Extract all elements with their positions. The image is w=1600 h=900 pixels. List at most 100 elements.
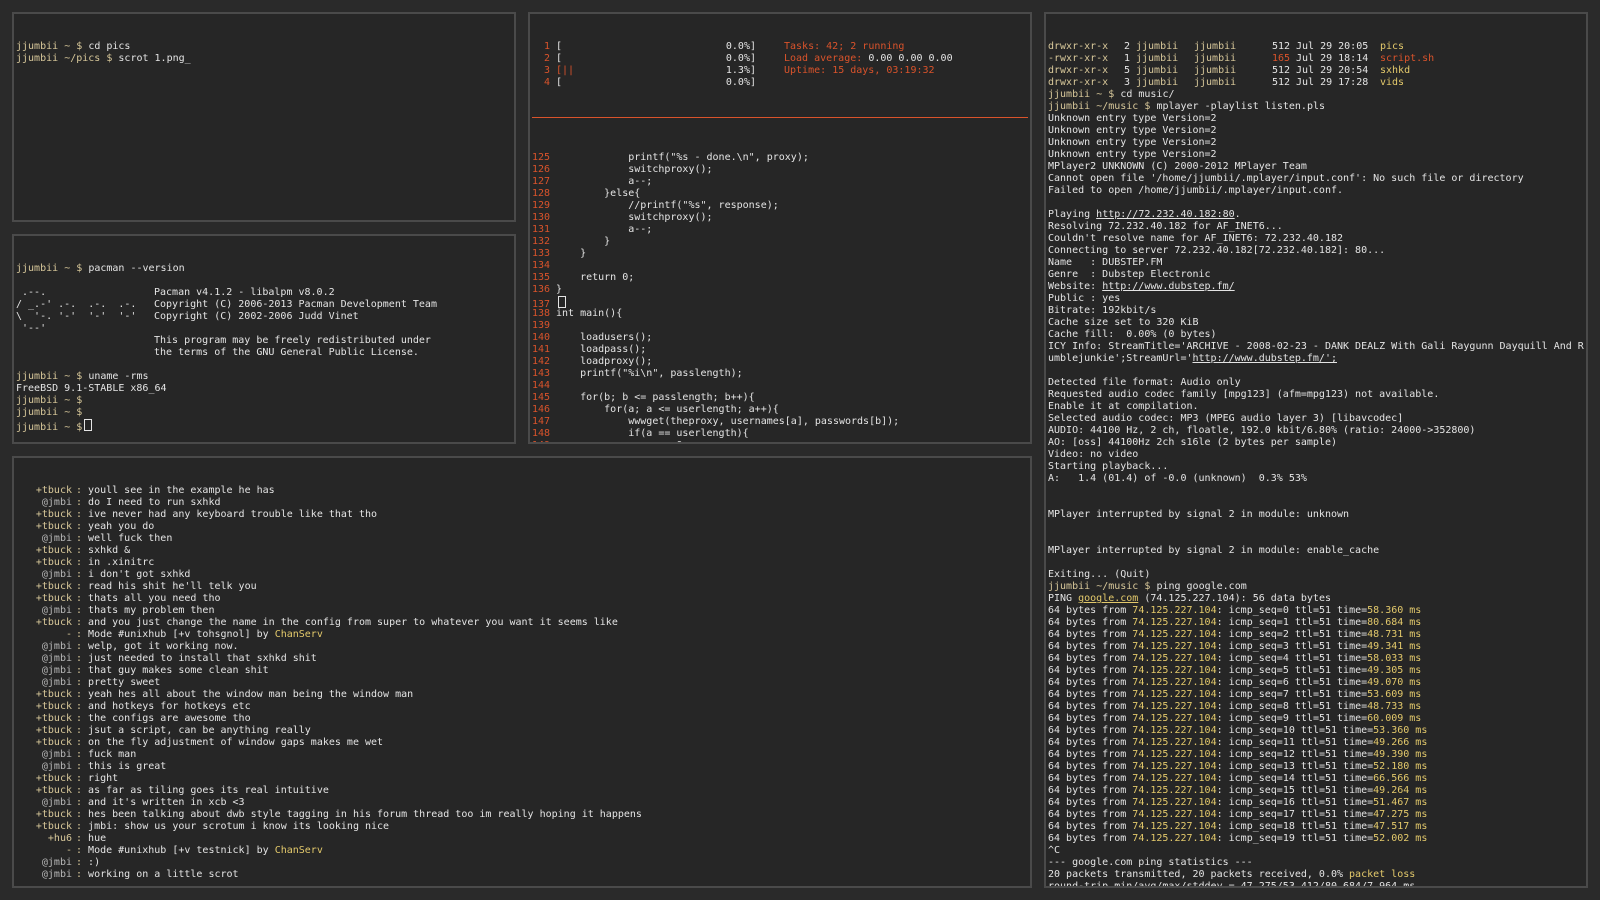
- mplayer-output: AO: [oss] 44100Hz 2ch s16le (2 bytes per…: [1048, 437, 1584, 449]
- ping-reply: 64 bytes from 74.125.227.104: icmp_seq=1…: [1048, 749, 1428, 760]
- ping-ip: 74.125.227.104: [1132, 773, 1217, 784]
- mplayer-output: Video: no video: [1048, 449, 1139, 460]
- file-permissions: -rwxr-xr-x: [1048, 53, 1109, 64]
- website-url[interactable]: http://www.dubstep.fm/: [1102, 281, 1234, 292]
- irc-message: @jmbi: i don't got sxhkd: [24, 569, 1028, 581]
- prompt-user: jjumbii: [16, 395, 59, 406]
- icy-url[interactable]: http://www.dubstep.fm/';: [1193, 353, 1338, 364]
- mplayer-output: Bitrate: 192kbit/s: [1048, 305, 1584, 317]
- mplayer-output: Couldn't resolve name for AF_INET6: 72.2…: [1048, 233, 1344, 244]
- file-owner: jjumbii: [1136, 53, 1179, 64]
- command-text: ping google.com: [1156, 581, 1247, 592]
- cpu-number: 4: [543, 77, 550, 88]
- irc-client[interactable]: +tbuck: youll see in the example he has @…: [12, 456, 1032, 888]
- ping-time: 47.275: [1373, 809, 1410, 820]
- irc-text: fuck man: [88, 749, 137, 760]
- mplayer-interrupt: MPlayer interrupted by signal 2 in modul…: [1048, 509, 1350, 520]
- irc-message: +tbuck: yeah you do: [24, 521, 1028, 533]
- code-text: printf("%i\n", passlength);: [556, 368, 743, 379]
- file-name[interactable]: vids: [1380, 77, 1404, 88]
- terminal-pics[interactable]: jjumbii ~ $ cd pics jjumbii ~/pics $ scro…: [12, 12, 516, 222]
- code-line: 130 switchproxy();: [532, 212, 1028, 224]
- code-text: switchproxy();: [556, 164, 713, 175]
- code-line: 144: [532, 380, 1028, 392]
- mplayer-output: Unknown entry type Version=2: [1048, 125, 1584, 137]
- line-number: 129: [532, 200, 551, 211]
- file-name[interactable]: pics: [1380, 41, 1404, 52]
- mplayer-output: Genre : Dubstep Electronic: [1048, 269, 1211, 280]
- mplayer-interrupt: MPlayer interrupted by signal 2 in modul…: [1048, 545, 1380, 556]
- stream-url[interactable]: http://72.232.40.182:80: [1096, 209, 1234, 220]
- irc-text: as far as tiling goes its real intuitive: [88, 785, 329, 796]
- ping-host[interactable]: google.com: [1078, 593, 1138, 604]
- prompt-path: ~/music: [1096, 581, 1139, 592]
- ping-ttl: ttl=51 time=: [1300, 725, 1374, 736]
- mplayer-output: Requested audio codec family [mpg123] (a…: [1048, 389, 1440, 400]
- irc-separator: :: [76, 749, 89, 760]
- ping-prefix: 64 bytes from: [1048, 689, 1133, 700]
- irc-text: and hotkeys for hotkeys etc: [88, 701, 251, 712]
- pacman-logo: \ '-. '-' '-' '-': [16, 311, 137, 322]
- code-line: 126 switchproxy();: [532, 164, 1028, 176]
- ping-ip: 74.125.227.104: [1132, 821, 1217, 832]
- ping-reply: 64 bytes from 74.125.227.104: icmp_seq=1…: [1048, 725, 1428, 736]
- stats-tx: 20 packets transmitted, 20 packets recei…: [1048, 869, 1350, 880]
- code-text: printf("%s - done.\n", proxy);: [556, 152, 809, 163]
- cpu-bar: [: [556, 53, 563, 64]
- ping-ip: 74.125.227.104: [1132, 665, 1217, 676]
- irc-message: @jmbi: that guy makes some clean shit: [24, 665, 1028, 677]
- file-owner: jjumbii: [1136, 41, 1179, 52]
- terminal-pacman[interactable]: jjumbii ~ $ pacman --version .--. Pacman …: [12, 234, 516, 444]
- ping-reply: 64 bytes from 74.125.227.104: icmp_seq=7…: [1048, 689, 1422, 700]
- uname-output: FreeBSD 9.1-STABLE x86_64: [16, 383, 512, 395]
- code-line: 133 }: [532, 248, 1028, 260]
- irc-separator: :: [76, 509, 89, 520]
- code-text: loadusers();: [556, 332, 653, 343]
- line-number: 133: [532, 248, 551, 259]
- ping-seq: icmp_seq=17: [1228, 809, 1295, 820]
- line-number: 146: [532, 404, 551, 415]
- irc-message: +tbuck: thats all you need tho: [24, 593, 1028, 605]
- ping-unit: ms: [1403, 653, 1422, 664]
- line-number: 147: [532, 416, 551, 427]
- cpu-percent: 0.0%]: [725, 41, 756, 52]
- ping-seq: icmp_seq=12: [1228, 749, 1295, 760]
- code-editor[interactable]: 125 printf("%s - done.\n", proxy); 126 sw…: [532, 152, 1028, 442]
- file-name[interactable]: script.sh: [1380, 53, 1434, 64]
- irc-nick: +tbuck: [35, 617, 72, 628]
- line-number: 127: [532, 176, 551, 187]
- ping-time: 48.731: [1367, 629, 1404, 640]
- mplayer-output: Name : DUBSTEP.FM: [1048, 257, 1584, 269]
- prompt-path: ~/pics: [64, 53, 101, 64]
- irc-text: and you just change the name in the conf…: [88, 617, 618, 628]
- pacman-info: Pacman v4.1.2 - libalpm v8.0.2: [154, 287, 335, 298]
- ping-unit: ms: [1403, 629, 1422, 640]
- irc-separator: :: [76, 617, 89, 628]
- irc-text: ive never had any keyboard trouble like …: [88, 509, 378, 520]
- file-name[interactable]: sxhkd: [1380, 65, 1410, 76]
- pacman-info: Copyright (C) 2006-2013 Pacman Developme…: [154, 299, 437, 310]
- irc-message: +tbuck: right: [24, 773, 1028, 785]
- irc-message: @jmbi: and it's written in xcb <3: [24, 797, 1028, 809]
- irc-text: and it's written in xcb <3: [88, 797, 245, 808]
- ping-reply: 64 bytes from 74.125.227.104: icmp_seq=1…: [1048, 833, 1428, 844]
- irc-nick: @jmbi: [41, 533, 72, 544]
- mplayer-output: A: 1.4 (01.4) of -0.0 (unknown) 0.3% 53%: [1048, 473, 1307, 484]
- mplayer-output: Enable it at compilation.: [1048, 401, 1584, 413]
- irc-text: well fuck then: [88, 533, 173, 544]
- prompt-symbol: $: [1144, 581, 1151, 592]
- ping-ttl: ttl=51 time=: [1294, 653, 1368, 664]
- file-owner: jjumbii: [1136, 77, 1179, 88]
- code-line: 148 if(a == userlength){: [532, 428, 1028, 440]
- code-line: 136}: [532, 284, 1028, 296]
- irc-separator: :: [76, 701, 89, 712]
- pacman-output-line: \ '-. '-' '-' '-' Copyright (C) 2002-2006…: [16, 311, 512, 323]
- terminal-editor[interactable]: 1 [0.0%] Tasks: 42; 2 running 2 [0.0%] Load a…: [528, 12, 1032, 444]
- ping-ttl: ttl=51 time=: [1300, 785, 1374, 796]
- terminal-music[interactable]: drwxr-xr-x 2 jjumbii jjumbii 512 Jul 29 20:05…: [1044, 12, 1588, 888]
- ping-time: 60.009: [1367, 713, 1404, 724]
- ping-seq: icmp_seq=11: [1228, 737, 1295, 748]
- irc-text: thats my problem then: [88, 605, 215, 616]
